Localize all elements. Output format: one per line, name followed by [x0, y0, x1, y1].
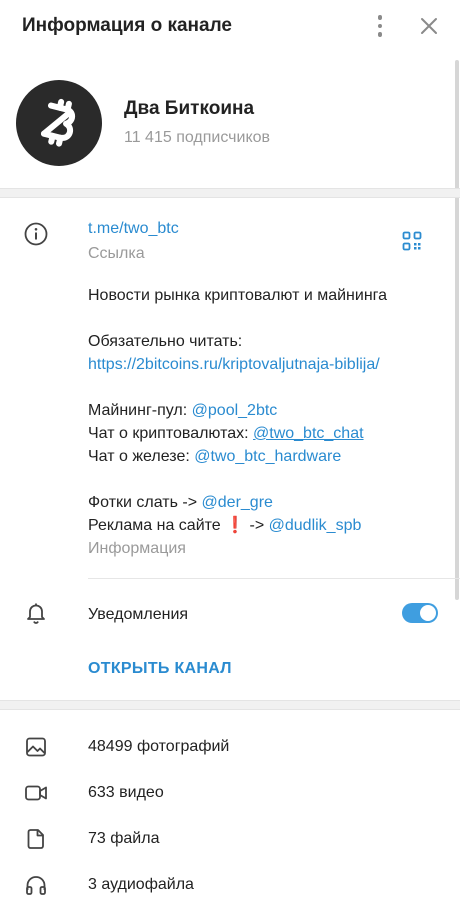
crypto-chat-link[interactable]: @two_btc_chat [253, 425, 364, 442]
notifications-label: Уведомления [88, 606, 189, 623]
qr-code-icon[interactable] [402, 231, 422, 251]
media-photos-label: 48499 фотографий [88, 738, 230, 755]
info-icon [24, 222, 48, 246]
ads-label: Реклама на сайте [88, 517, 221, 534]
description-caption: Информация [88, 540, 186, 557]
desc-line: Реклама на сайте ❗ -> @dudlik_spb [88, 514, 448, 537]
scrollbar[interactable] [455, 60, 459, 600]
ads-link[interactable]: @dudlik_spb [269, 517, 362, 534]
mining-pool-link[interactable]: @pool_2btc [192, 402, 278, 419]
photos-label: Фотки слать -> [88, 494, 202, 511]
photo-icon [24, 735, 48, 759]
hardware-chat-link[interactable]: @two_btc_hardware [194, 448, 341, 465]
channel-description: Новости рынка криптовалют и майнинга Обяз… [88, 284, 448, 560]
desc-line: Новости рынка криптовалют и майнинга [88, 287, 388, 304]
notifications-toggle[interactable] [402, 603, 438, 623]
section-separator [0, 700, 460, 710]
channel-avatar[interactable] [16, 80, 102, 166]
headphones-icon [24, 873, 48, 897]
mining-label: Майнинг-пул: [88, 402, 192, 419]
desc-line: Обязательно читать: [88, 333, 243, 350]
divider [88, 578, 460, 579]
panel-title: Информация о канале [22, 15, 232, 36]
media-videos-row[interactable]: 633 видео [0, 769, 460, 815]
media-audio-row[interactable]: 3 аудиофайла [0, 861, 460, 907]
ads-arrow: -> [245, 517, 269, 534]
crypto-chat-label: Чат о криптовалютах: [88, 425, 254, 442]
bell-icon [24, 601, 48, 625]
file-icon [24, 827, 48, 851]
media-files-row[interactable]: 73 файла [0, 815, 460, 861]
media-photos-row[interactable]: 48499 фотографий [0, 723, 460, 769]
media-audio-label: 3 аудиофайла [88, 876, 194, 893]
exclamation-emoji-icon: ❗ [225, 517, 246, 534]
close-icon[interactable] [416, 12, 442, 40]
channel-link[interactable]: t.me/two_btc [88, 217, 179, 240]
subscriber-count: 11 415 подписчиков [124, 129, 271, 146]
hardware-chat-label: Чат о железе: [88, 448, 195, 465]
open-channel-button[interactable]: ОТКРЫТЬ КАНАЛ [88, 658, 232, 680]
section-separator [0, 188, 460, 198]
channel-name: Два Биткоина [124, 98, 255, 119]
desc-line: Фотки слать -> @der_gre [88, 491, 448, 514]
photos-link[interactable]: @der_gre [202, 494, 273, 511]
link-caption: Ссылка [88, 245, 145, 262]
more-options-icon[interactable] [368, 12, 392, 40]
bitcoin-logo-icon [40, 98, 76, 147]
desc-url-link[interactable]: https://2bitcoins.ru/kriptovaljutnaja-bi… [88, 353, 448, 376]
video-icon [24, 781, 48, 805]
toggle-knob [420, 605, 436, 621]
desc-line: Чат о криптовалютах: @two_btc_chat [88, 422, 448, 445]
media-files-label: 73 файла [88, 830, 160, 847]
desc-line: Майнинг-пул: @pool_2btc [88, 399, 448, 422]
desc-line: Чат о железе: @two_btc_hardware [88, 445, 448, 468]
media-videos-label: 633 видео [88, 784, 164, 801]
